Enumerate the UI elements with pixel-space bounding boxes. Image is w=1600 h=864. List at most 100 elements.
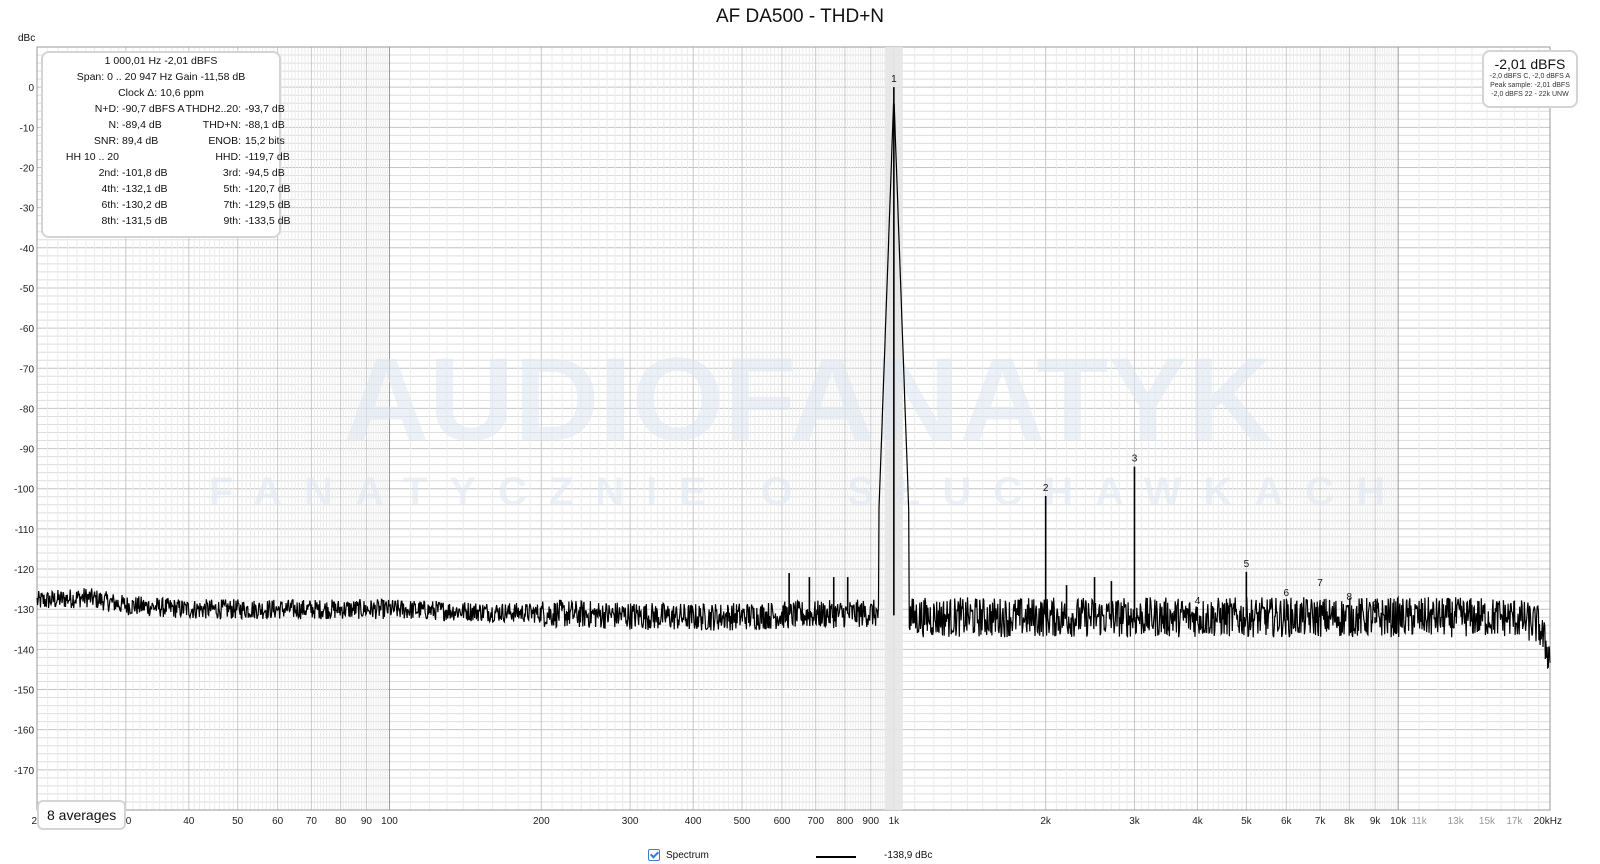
- legend-label: Spectrum: [666, 850, 709, 861]
- y-tick-label: -40: [20, 244, 35, 255]
- x-tick-label: 80: [335, 816, 347, 827]
- stats-v1: -89,4 dB: [122, 119, 162, 131]
- harmonic-label: 3: [1132, 454, 1138, 465]
- x-tick-label: 100: [381, 816, 398, 827]
- stats-l2: 9th:: [223, 215, 241, 227]
- y-tick-label: -80: [20, 404, 35, 415]
- harmonic-label: 4: [1195, 596, 1201, 607]
- y-tick-label: 0: [28, 83, 34, 94]
- x-tick-label: 800: [837, 816, 854, 827]
- stats-l2: HHD:: [215, 151, 241, 163]
- y-tick-label: -120: [14, 565, 34, 576]
- y-tick-label: -10: [20, 123, 35, 134]
- stats-v1: -101,8 dB: [122, 167, 168, 179]
- harmonic-label: 1: [891, 74, 897, 85]
- stats-v2: -129,5 dB: [245, 199, 291, 211]
- x-tick-label: 600: [774, 816, 791, 827]
- level-line-2: Peak sample: -2,01 dBFS: [1490, 82, 1570, 89]
- y-tick-label: -150: [14, 686, 34, 697]
- x-tick-label: 8k: [1344, 816, 1356, 827]
- stats-span-gain: Span: 0 .. 20 947 Hz Gain -11,58 dB: [76, 71, 246, 83]
- stats-row: HH 10 .. 20 HHD: -119,7 dB: [43, 149, 290, 165]
- stats-v2: -94,5 dB: [245, 167, 285, 179]
- x-tick-label: 6k: [1281, 816, 1293, 827]
- x-tick-labels: 2030405060708090100200300400500600700800…: [31, 816, 1562, 827]
- stats-l1: 4th:: [101, 183, 119, 195]
- x-tick-label: 2k: [1040, 816, 1052, 827]
- stats-v2: -119,7 dB: [245, 151, 290, 163]
- x-tick-label: 15k: [1479, 816, 1496, 827]
- legend-cursor-value: -138,9 dBc: [884, 850, 933, 861]
- x-tick-label: 13k: [1448, 816, 1465, 827]
- x-tick-label: 50: [232, 816, 244, 827]
- x-tick-label: 500: [734, 816, 751, 827]
- y-tick-label: -140: [14, 645, 34, 656]
- y-tick-label: -90: [20, 445, 35, 456]
- stats-v2: -88,1 dB: [245, 119, 285, 131]
- y-tick-label: -60: [20, 324, 35, 335]
- y-tick-label: -70: [20, 364, 35, 375]
- stats-l1: N:: [108, 119, 120, 131]
- x-tick-label: 700: [807, 816, 824, 827]
- stats-l2: ENOB:: [208, 135, 241, 147]
- checkbox-icon[interactable]: [648, 849, 660, 862]
- y-tick-labels: 0 -10 -20 -30 -40 -50 -60 -70 -80 -90 -100 -110 -120…: [14, 83, 34, 777]
- stats-v2: -120,7 dB: [245, 183, 291, 195]
- y-tick-label: -170: [14, 766, 34, 777]
- harmonic-label: 5: [1244, 559, 1250, 570]
- stats-v1: 89,4 dB: [122, 135, 159, 147]
- harmonic-label: 2: [1043, 483, 1049, 494]
- watermark: AUDIOFANATYK FANATYCZNIE O SŁUCHAWKACH: [209, 334, 1385, 514]
- x-tick-label: 90: [361, 816, 373, 827]
- y-tick-label: -50: [20, 284, 35, 295]
- harmonic-label: 7: [1317, 578, 1323, 589]
- stats-l1: N+D:: [94, 103, 119, 115]
- stats-l1: HH 10 .. 20: [65, 151, 119, 163]
- x-tick-label: 300: [622, 816, 639, 827]
- stats-v2: -93,7 dB: [245, 103, 285, 115]
- x-tick-label: 5k: [1241, 816, 1253, 827]
- stats-l1: 2nd:: [98, 167, 119, 179]
- y-tick-label: -30: [20, 204, 35, 215]
- stats-v1: -131,5 dB: [122, 215, 168, 227]
- legend-line-swatch: [816, 856, 856, 858]
- y-tick-label: -100: [14, 485, 34, 496]
- stats-v1: -132,1 dB: [122, 183, 168, 195]
- stats-l1: 8th:: [101, 215, 119, 227]
- y-axis-label: dBc: [18, 33, 36, 44]
- harmonic-label: 9: [1372, 600, 1378, 611]
- x-tick-label: 60: [272, 816, 284, 827]
- y-tick-label: -160: [14, 726, 34, 737]
- stats-row: 6th: -130,2 dB 7th: -129,5 dB: [43, 197, 290, 213]
- x-tick-label: 3k: [1129, 816, 1141, 827]
- stats-row: 4th: -132,1 dB 5th: -120,7 dB: [43, 181, 290, 197]
- stats-v2: 15,2 bits: [245, 135, 285, 147]
- chart-title: AF DA500 - THD+N: [715, 6, 885, 27]
- watermark-logo: AUDIOFANATYK: [344, 334, 1273, 466]
- stats-l1: 6th:: [101, 199, 119, 211]
- level-readout: -2,01 dBFS -2,0 dBFS C, -2,0 dBFS A Peak…: [1482, 50, 1578, 108]
- x-tick-label: 9k: [1370, 816, 1382, 827]
- stats-l2: THDH2..20:: [185, 103, 241, 115]
- y-tick-label: -130: [14, 605, 34, 616]
- y-tick-label: -20: [20, 163, 35, 174]
- stats-row: SNR: 89,4 dB ENOB: 15,2 bits: [43, 133, 285, 149]
- stats-v1: -130,2 dB: [122, 199, 168, 211]
- legend-spectrum[interactable]: Spectrum: [648, 849, 709, 863]
- stats-clock: Clock Δ: 10,6 ppm: [118, 87, 204, 99]
- level-main: -2,01 dBFS: [1494, 56, 1566, 72]
- x-tick-label: 1k: [889, 816, 901, 827]
- stats-row: 2nd: -101,8 dB 3rd: -94,5 dB: [43, 165, 285, 181]
- x-tick-label: 11k: [1411, 816, 1427, 827]
- x-tick-label: 7k: [1315, 816, 1327, 827]
- stats-v2: -133,5 dB: [245, 215, 291, 227]
- level-line-3: -2,0 dBFS 22 - 22k UNW: [1491, 91, 1569, 98]
- x-tick-label: 70: [306, 816, 318, 827]
- stats-l2: 7th:: [223, 199, 241, 211]
- x-tick-label: 17k: [1506, 816, 1523, 827]
- measurement-stats-panel: 1 000,01 Hz -2,01 dBFS Span: 0 .. 20 947…: [41, 51, 291, 238]
- harmonic-label: 8: [1347, 592, 1353, 603]
- stats-frequency-level: 1 000,01 Hz -2,01 dBFS: [104, 55, 218, 67]
- x-tick-label: 40: [183, 816, 195, 827]
- x-tick-label: 200: [533, 816, 550, 827]
